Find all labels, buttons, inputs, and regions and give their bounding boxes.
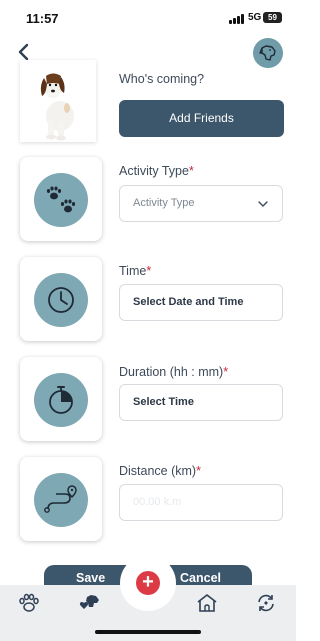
distance-card [20,457,102,541]
distance-badge [34,473,88,527]
time-label: Time* [119,264,152,278]
tab-refresh[interactable] [255,593,277,613]
distance-placeholder: 00.00 k.m [133,496,182,508]
battery-icon: 59 [263,12,282,23]
pet-photo [20,60,96,142]
activity-type-select[interactable]: Activity Type [119,185,283,222]
distance-label: Distance (km)* [119,464,201,478]
date-time-field[interactable]: Select Date and Time [119,284,283,321]
signal-icon [229,14,245,24]
refresh-icon [258,594,274,612]
add-button[interactable]: + [136,571,160,595]
route-pin-icon [44,485,77,513]
duration-field[interactable]: Select Time [119,384,283,421]
tab-dog-heart[interactable] [78,593,102,613]
dog-heart-icon [79,595,99,609]
chevron-down-icon [258,201,268,207]
clock-icon [48,287,74,313]
tab-dog-house[interactable] [196,593,218,613]
time-badge [34,273,88,327]
stopwatch-icon [49,386,73,414]
activity-type-card [20,157,102,241]
status-time: 11:57 [26,11,59,26]
network-label: 5G [248,12,262,23]
distance-input[interactable]: 00.00 k.m [119,484,283,521]
paw-prints-icon [46,186,76,213]
add-friends-button[interactable]: Add Friends [119,100,284,137]
paw-icon [19,593,39,612]
guests-label: Who's coming? [119,72,205,86]
dog-head-icon [259,45,276,61]
dog-house-icon [197,594,217,612]
activity-type-badge [34,173,88,227]
duration-badge [34,373,88,427]
tab-paw[interactable] [18,593,40,613]
duration-card [20,357,102,441]
profile-button[interactable] [253,38,283,68]
activity-type-value: Activity Type [133,197,195,209]
home-indicator [95,630,201,634]
activity-type-label: Activity Type* [119,164,194,178]
duration-label: Duration (hh : mm)* [119,365,229,379]
status-bar: 11:57 5G 59 [0,0,296,36]
time-card [20,257,102,341]
date-time-value: Select Date and Time [133,296,244,308]
duration-value: Select Time [133,396,194,408]
